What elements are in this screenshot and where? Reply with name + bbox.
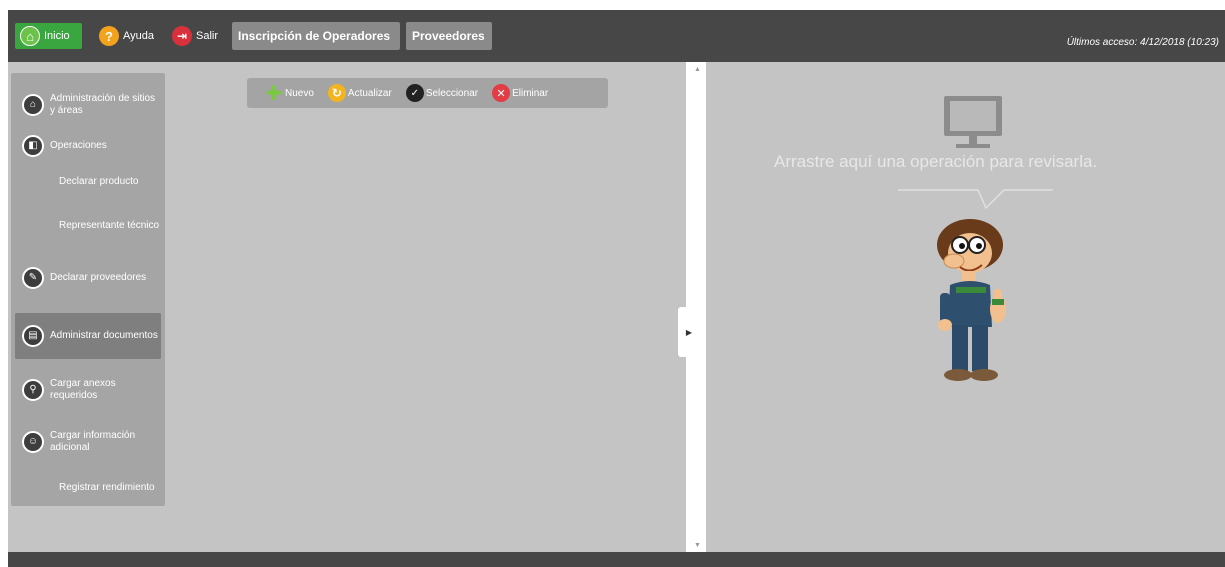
sidebar-item-label: Declarar proveedores xyxy=(50,272,147,283)
exit-label: Salir xyxy=(196,30,219,42)
home-label: Inicio xyxy=(44,30,70,42)
select-label: Seleccionar xyxy=(425,87,479,99)
plus-icon: ✚ xyxy=(265,82,283,105)
help-icon: ? xyxy=(99,26,119,46)
home-button[interactable]: ⌂ Inicio xyxy=(15,23,82,49)
sidebar-item-performance[interactable]: Registrar rendimiento xyxy=(15,473,161,503)
speech-bubble-tail xyxy=(898,189,1053,210)
sidebar-item-label: Cargar información adicional xyxy=(50,430,136,453)
new-button[interactable]: ✚ Nuevo xyxy=(265,82,314,105)
sidebar-item-technical-rep[interactable]: Representante técnico xyxy=(15,210,161,242)
sidebar-item-attachments[interactable]: ⚲ Cargar anexos requeridos xyxy=(15,373,161,407)
sidebar-item-additional-info[interactable]: ☺ Cargar información adicional xyxy=(15,425,161,459)
collapse-handle[interactable]: ▶ xyxy=(678,307,700,357)
sidebar-item-documents[interactable]: ▤ Administrar documentos xyxy=(15,313,161,359)
tab-inscripcion-operadores[interactable]: Inscripción de Operadores xyxy=(232,22,400,50)
app-window: ⌂ Inicio ? Ayuda ⇥ Salir Inscripción de … xyxy=(8,10,1225,567)
sidebar-item-label: Declarar producto xyxy=(59,176,139,187)
action-toolbar: ✚ Nuevo ↻ Actualizar ✓ Seleccionar ✕ Eli… xyxy=(247,78,608,108)
sidebar-item-label: Cargar anexos requeridos xyxy=(50,378,116,401)
sidebar-item-label: Representante técnico xyxy=(59,220,160,231)
exit-icon: ⇥ xyxy=(172,26,192,46)
drop-hint-text: Arrastre aquí una operación para revisar… xyxy=(774,152,1098,171)
delete-button[interactable]: ✕ Eliminar xyxy=(492,84,548,102)
sidebar-item-sites-areas[interactable]: ⌂ Administración de sitios y áreas xyxy=(15,87,161,123)
refresh-icon: ↻ xyxy=(327,84,346,102)
refresh-button[interactable]: ↻ Actualizar xyxy=(327,84,392,102)
sidebar-item-label: Operaciones xyxy=(50,140,107,151)
tab-proveedores[interactable]: Proveedores xyxy=(406,22,492,50)
sidebar-item-label: Administración de sitios y áreas xyxy=(50,93,156,116)
scroll-down-icon[interactable]: ▼ xyxy=(694,542,701,549)
sites-icon: ⌂ xyxy=(22,94,44,116)
documents-icon: ▤ xyxy=(22,325,44,347)
select-icon: ✓ xyxy=(405,84,424,102)
sidebar: ⌂ Administración de sitios y áreas ◧ Ope… xyxy=(11,73,165,506)
scroll-up-icon[interactable]: ▲ xyxy=(694,66,701,73)
mascot-illustration xyxy=(937,219,1006,381)
new-label: Nuevo xyxy=(285,87,314,99)
monitor-icon xyxy=(944,96,1002,148)
top-bar: ⌂ Inicio ? Ayuda ⇥ Salir Inscripción de … xyxy=(8,10,1225,62)
help-label: Ayuda xyxy=(123,30,154,42)
home-icon: ⌂ xyxy=(20,26,40,46)
delete-label: Eliminar xyxy=(512,87,549,99)
bottom-bar xyxy=(8,552,1225,567)
refresh-label: Actualizar xyxy=(347,87,392,99)
sidebar-item-declare-suppliers[interactable]: ✎ Declarar proveedores xyxy=(15,261,161,295)
attachment-icon: ⚲ xyxy=(22,379,44,401)
info-icon: ☺ xyxy=(22,431,44,453)
sidebar-item-label: Administrar documentos xyxy=(50,330,158,341)
sidebar-item-declare-product[interactable]: Declarar producto xyxy=(15,171,161,193)
sidebar-item-label: Registrar rendimiento xyxy=(59,482,155,493)
suppliers-icon: ✎ xyxy=(22,267,44,289)
help-button[interactable]: ? Ayuda xyxy=(94,23,156,49)
delete-icon: ✕ xyxy=(492,84,511,102)
last-access-text: Últimos acceso: 4/12/2018 (10:23) xyxy=(1066,37,1219,48)
select-button[interactable]: ✓ Seleccionar xyxy=(405,84,479,102)
exit-button[interactable]: ⇥ Salir xyxy=(167,23,223,49)
sidebar-item-operations[interactable]: ◧ Operaciones xyxy=(15,135,161,157)
operations-icon: ◧ xyxy=(22,135,44,157)
arrow-right-icon: ▶ xyxy=(685,327,693,337)
